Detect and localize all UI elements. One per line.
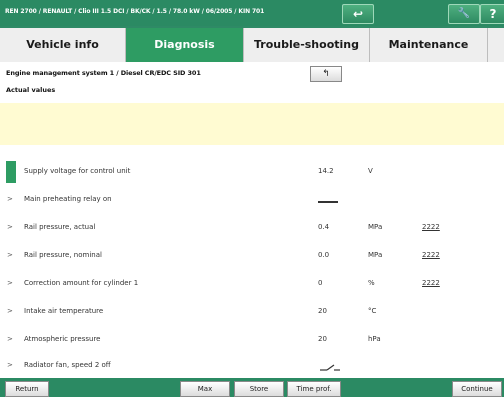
value-row[interactable]: Supply voltage for control unit 14.2 V — [0, 161, 504, 183]
page-subtitle: Actual values — [6, 86, 56, 94]
store-button[interactable]: Store — [234, 381, 284, 397]
row-arrow-icon: > — [7, 361, 13, 369]
parameter-value: 0.4 — [318, 223, 330, 231]
parameter-value: 0 — [318, 279, 323, 287]
parameter-label: Intake air temperature — [24, 307, 104, 315]
parameter-unit: % — [368, 279, 375, 287]
value-row[interactable]: > Correction amount for cylinder 1 0 % 2… — [0, 277, 504, 295]
system-title: Engine management system 1 / Diesel CR/E… — [6, 69, 201, 77]
parameter-value: 14.2 — [318, 167, 334, 175]
value-row[interactable]: > Rail pressure, actual 0.4 MPa 2222 — [0, 221, 504, 239]
tab-trouble-shooting[interactable]: Trouble-shooting — [244, 28, 370, 62]
help-button[interactable]: ? — [480, 4, 504, 24]
app-window: REN 2700 / RENAULT / Clio III 1.5 DCI / … — [0, 0, 504, 397]
parameter-label: Radiator fan, speed 2 off — [24, 361, 111, 369]
parameter-label: Atmospheric pressure — [24, 335, 101, 343]
row-arrow-icon: > — [7, 279, 13, 287]
parameter-value: 0.0 — [318, 251, 330, 259]
wrench-icon: 🔧 — [457, 8, 471, 19]
parameter-value: 20 — [318, 307, 327, 315]
window-title: REN 2700 / RENAULT / Clio III 1.5 DCI / … — [5, 8, 265, 15]
tab-vehicle-info[interactable]: Vehicle info — [0, 28, 126, 62]
status-line-icon — [318, 201, 338, 203]
parameter-unit: V — [368, 167, 373, 175]
value-row[interactable]: > Atmospheric pressure 20 hPa — [0, 333, 504, 351]
value-row[interactable]: > Radiator fan, speed 2 off — [0, 359, 504, 377]
parameter-label: Rail pressure, actual — [24, 223, 96, 231]
tools-button[interactable]: 🔧 — [448, 4, 480, 24]
value-row[interactable]: > Intake air temperature 20 °C — [0, 305, 504, 323]
value-row[interactable]: > Rail pressure, nominal 0.0 MPa 2222 — [0, 249, 504, 267]
parameter-unit: MPa — [368, 251, 383, 259]
actual-values-panel: Engine management system 1 / Diesel CR/E… — [0, 62, 504, 378]
row-arrow-icon: > — [7, 307, 13, 315]
tab-maintenance[interactable]: Maintenance — [370, 28, 488, 62]
return-button[interactable]: Return — [5, 381, 49, 397]
parameter-unit: MPa — [368, 223, 383, 231]
graph-link[interactable]: 2222 — [422, 223, 440, 231]
parameter-label: Supply voltage for control unit — [24, 167, 131, 175]
continue-button[interactable]: Continue — [452, 381, 502, 397]
return-arrow-icon: ↰ — [322, 69, 330, 79]
max-button[interactable]: Max — [180, 381, 230, 397]
graph-link[interactable]: 2222 — [422, 279, 440, 287]
bottom-toolbar: Return Max Store Time prof. Continue — [0, 378, 504, 397]
back-arrow-icon: ↩ — [352, 7, 364, 21]
back-button[interactable]: ↩ — [342, 4, 374, 24]
row-selection-marker — [6, 161, 16, 183]
switch-off-icon — [320, 364, 340, 371]
graph-link[interactable]: 2222 — [422, 251, 440, 259]
info-area — [0, 103, 504, 145]
parameter-value: 20 — [318, 335, 327, 343]
parameter-label: Rail pressure, nominal — [24, 251, 102, 259]
value-row[interactable]: > Main preheating relay on — [0, 193, 504, 211]
parameter-unit: hPa — [368, 335, 381, 343]
row-arrow-icon: > — [7, 335, 13, 343]
back-level-button[interactable]: ↰ — [310, 66, 342, 82]
tab-diagnosis[interactable]: Diagnosis — [126, 28, 244, 62]
help-icon: ? — [489, 7, 497, 21]
parameter-label: Main preheating relay on — [24, 195, 112, 203]
parameter-unit: °C — [368, 307, 377, 315]
parameter-label: Correction amount for cylinder 1 — [24, 279, 139, 287]
title-bar: REN 2700 / RENAULT / Clio III 1.5 DCI / … — [0, 0, 504, 26]
time-profile-button[interactable]: Time prof. — [287, 381, 341, 397]
row-arrow-icon: > — [7, 195, 13, 203]
row-arrow-icon: > — [7, 251, 13, 259]
row-arrow-icon: > — [7, 223, 13, 231]
tab-bar: Vehicle info Diagnosis Trouble-shooting … — [0, 28, 504, 63]
